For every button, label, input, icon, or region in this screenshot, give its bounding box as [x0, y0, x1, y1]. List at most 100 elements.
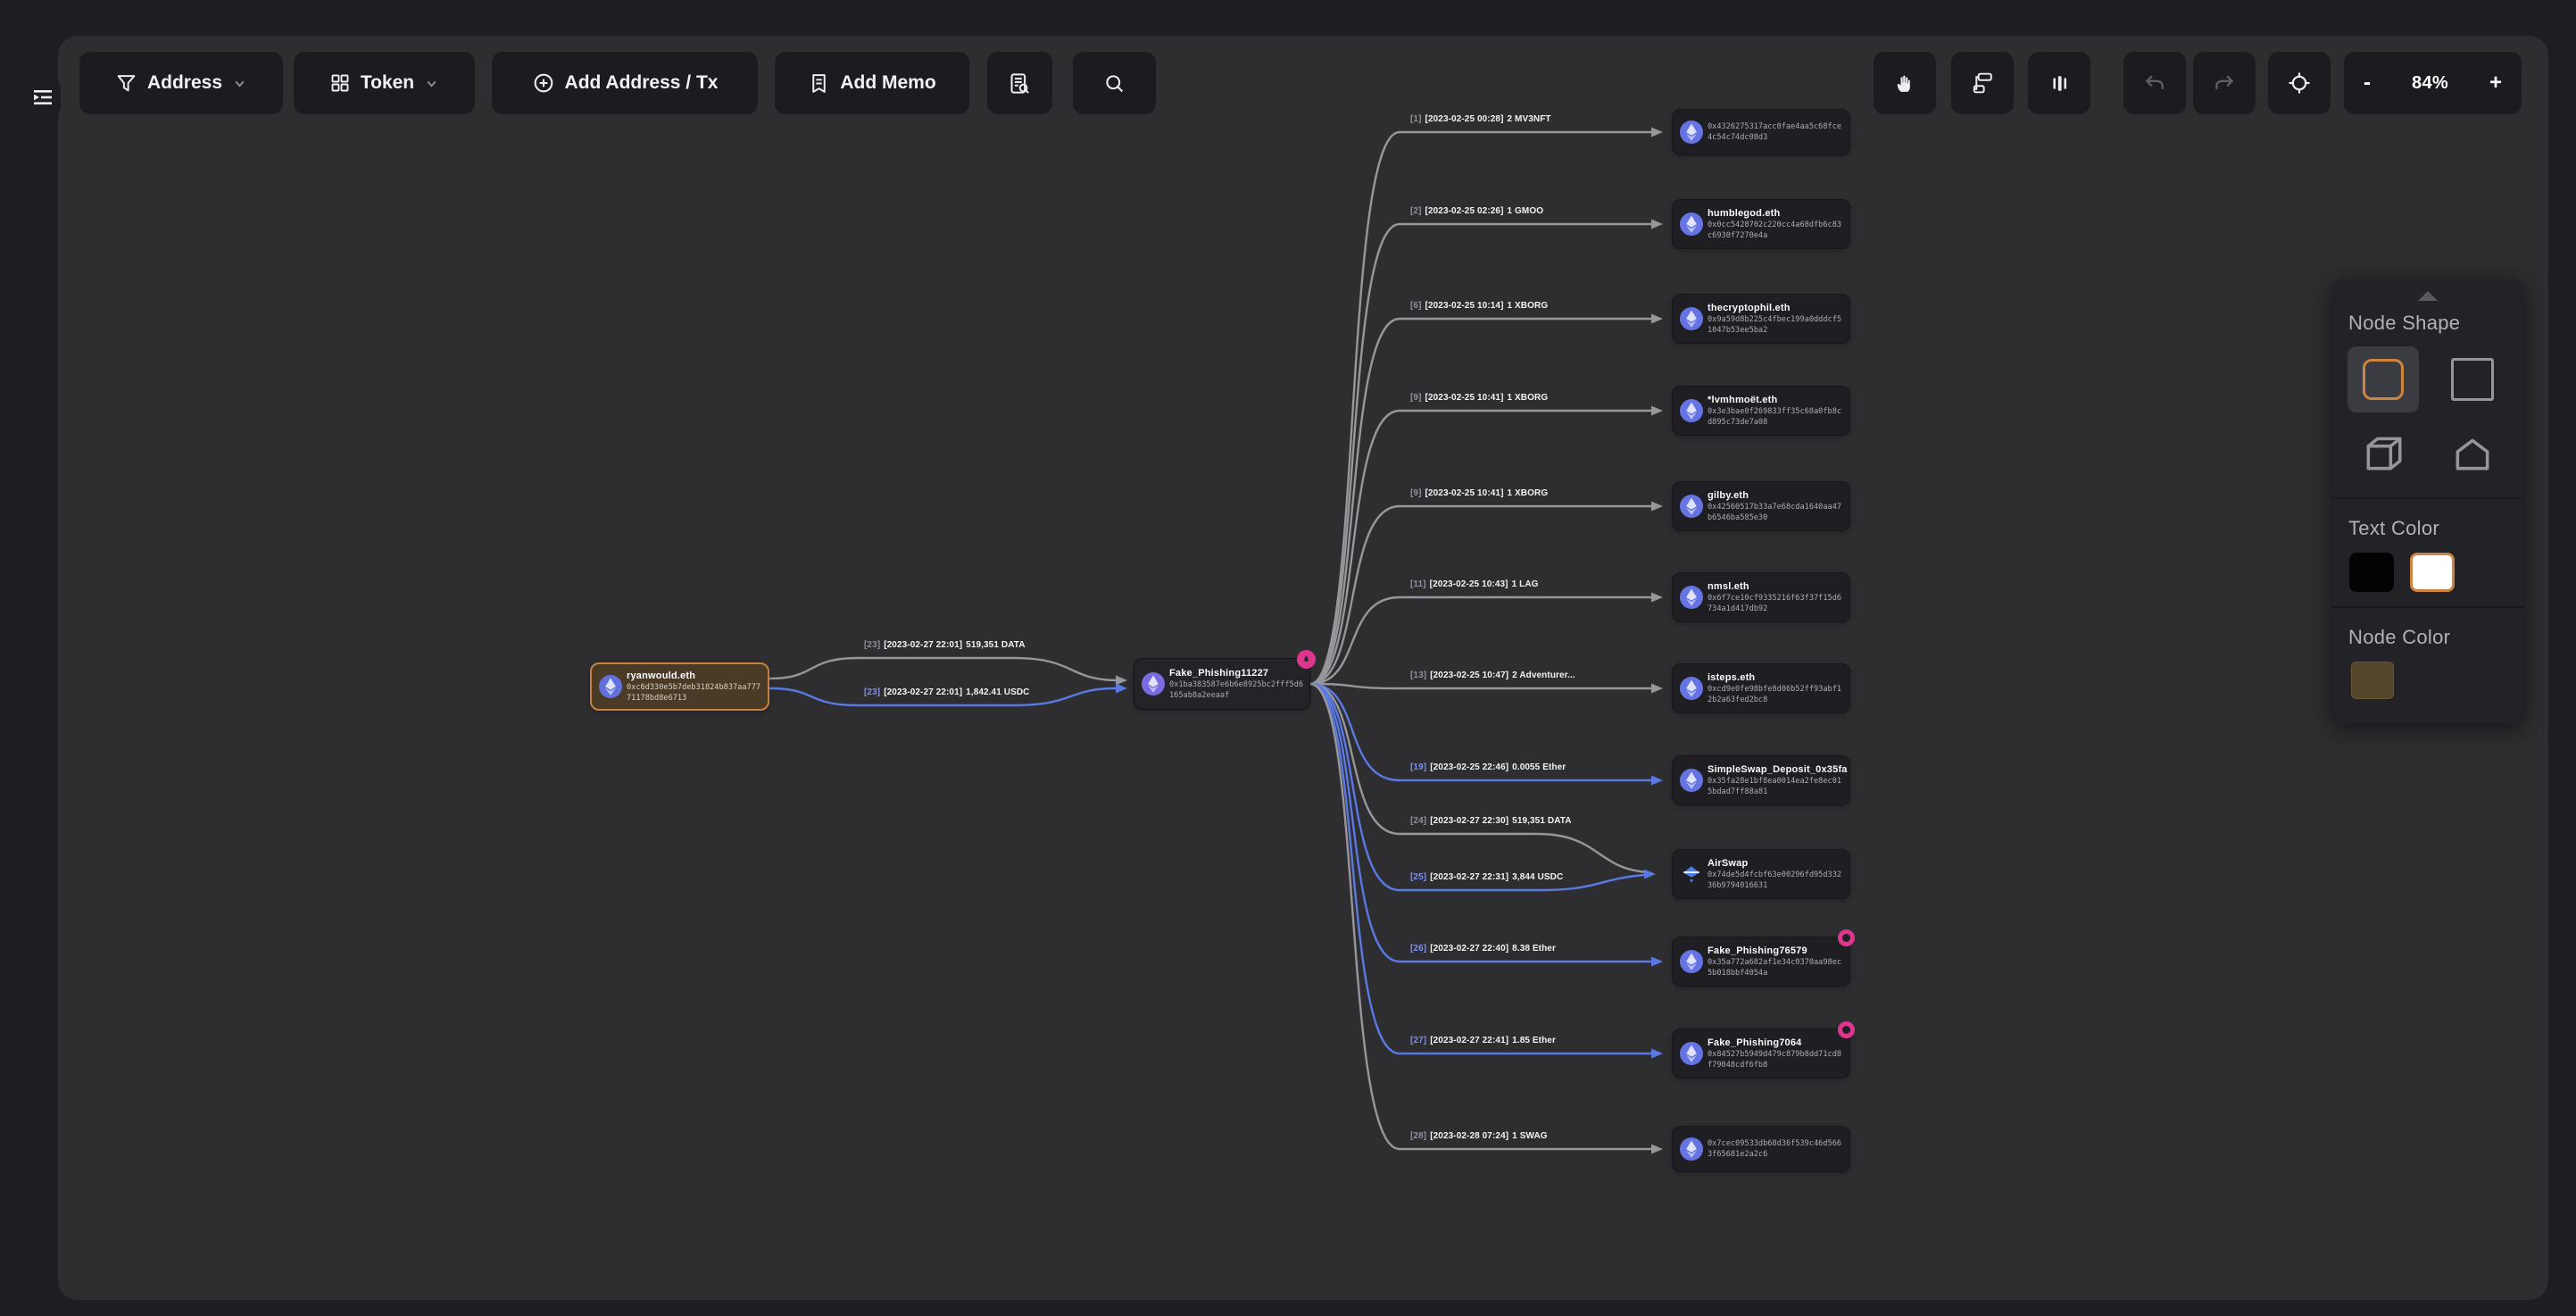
- node-address: 0x35a772a682af1e34c0370aa98ec5b018bbf405…: [1708, 957, 1844, 979]
- edge-index: [24]: [1410, 816, 1426, 826]
- edge-datetime: [2023-02-25 02:26]: [1425, 206, 1504, 216]
- text-color-black-swatch[interactable]: [2349, 553, 2394, 592]
- address-node[interactable]: Fake_Phishing7064 0x84527b5949d479c879b8…: [1672, 1029, 1850, 1079]
- edge-label[interactable]: [27][2023-02-27 22:41]1.85 Ether: [1410, 1036, 1556, 1048]
- edge-label[interactable]: [9][2023-02-25 10:41]1 XBORG: [1410, 488, 1548, 501]
- address-node[interactable]: nmsl.eth 0x6f7ce10cf9335216f63f37f15d673…: [1672, 572, 1850, 622]
- columns-icon: [2048, 72, 2071, 95]
- node-name: ryanwould.eth: [627, 670, 762, 682]
- text-color-title: Text Color: [2348, 517, 2439, 540]
- edge-label[interactable]: [2][2023-02-25 02:26]1 GMOO: [1410, 206, 1543, 219]
- undo-button[interactable]: [2123, 52, 2186, 114]
- shape-option-house[interactable]: [2437, 421, 2508, 487]
- node-name: SimpleSwap_Deposit_0x35fa: [1708, 763, 1844, 776]
- edge-index: [23]: [864, 640, 880, 650]
- edge-datetime: [2023-02-27 22:01]: [884, 640, 962, 650]
- hand-tool-button[interactable]: [1874, 52, 1936, 114]
- hub-phishing-node[interactable]: Fake_Phishing11227 0x1ba383587e6b6e8925b…: [1134, 658, 1310, 710]
- address-node[interactable]: Fake_Phishing76579 0x35a772a682af1e34c03…: [1672, 937, 1850, 987]
- columns-button[interactable]: [2028, 52, 2090, 114]
- edge-label[interactable]: [6][2023-02-25 10:14]1 XBORG: [1410, 301, 1548, 313]
- edge-datetime: [2023-02-25 22:46]: [1430, 762, 1508, 772]
- edge-label[interactable]: [25][2023-02-27 22:31]3,844 USDC: [1410, 872, 1563, 885]
- edge-datetime: [2023-02-27 22:31]: [1430, 872, 1508, 882]
- node-address: 0x4326275317acc0fae4aa5c68fce4c54c74dc08…: [1708, 121, 1844, 143]
- search-icon: [1103, 72, 1126, 95]
- collapse-panel-button[interactable]: [2418, 291, 2438, 301]
- edge-index: [13]: [1410, 670, 1426, 680]
- address-node[interactable]: AirSwap 0x74de5d4fcbf63e00296fd95d33236b…: [1672, 849, 1850, 899]
- address-node[interactable]: thecryptophil.eth 0x9a59d8b225c4fbec199a…: [1672, 294, 1850, 344]
- ethereum-icon: [1680, 769, 1703, 792]
- address-node[interactable]: gilby.eth 0x42560517b33a7e68cda1640aa47b…: [1672, 481, 1850, 531]
- node-color-title: Node Color: [2348, 626, 2450, 649]
- node-address: 0x74de5d4fcbf63e00296fd95d33236b97940166…: [1708, 870, 1844, 891]
- auto-layout-icon: [1971, 71, 1994, 95]
- contract-search-button[interactable]: [987, 52, 1052, 114]
- ethereum-icon: [1680, 862, 1703, 886]
- edge-label[interactable]: [1][2023-02-25 00:28]2 MV3NFT: [1410, 114, 1551, 127]
- text-color-white-swatch[interactable]: [2410, 553, 2455, 592]
- app-window: Address Token Add Address / Tx Add Memo: [0, 0, 2576, 1316]
- edge-datetime: [2023-02-27 22:41]: [1430, 1036, 1508, 1045]
- redo-button[interactable]: [2193, 52, 2256, 114]
- zoom-in-button[interactable]: +: [2489, 72, 2502, 94]
- edge-label[interactable]: [13][2023-02-25 10:47]2 Adventurer...: [1410, 670, 1575, 683]
- edge-label[interactable]: [19][2023-02-25 22:46]0.0055 Ether: [1410, 762, 1566, 775]
- edge-datetime: [2023-02-27 22:01]: [884, 687, 962, 697]
- search-button[interactable]: [1073, 52, 1156, 114]
- address-filter-button[interactable]: Address: [79, 52, 283, 114]
- node-style-panel: Node Shape Text Color Node Color: [2332, 279, 2523, 723]
- token-filter-button[interactable]: Token: [294, 52, 475, 114]
- zoom-control: - 84% +: [2344, 52, 2522, 114]
- edge-amount: 1 GMOO: [1508, 206, 1544, 216]
- ethereum-icon: [1680, 121, 1703, 144]
- edge-index: [6]: [1410, 301, 1422, 311]
- node-address: 0x3e3bae0f269833ff35c68a0fb8cd895c73de7a…: [1708, 406, 1844, 428]
- node-color-swatch[interactable]: [2351, 662, 2394, 699]
- add-address-tx-label: Add Address / Tx: [565, 72, 719, 94]
- edge-amount: 1 XBORG: [1508, 488, 1549, 498]
- address-node[interactable]: humblegod.eth 0x0cc5428702c220cc4a68dfb6…: [1672, 199, 1850, 249]
- auto-layout-button[interactable]: [1951, 52, 2014, 114]
- address-node[interactable]: SimpleSwap_Deposit_0x35fa 0x35fa28e1bf8e…: [1672, 755, 1850, 805]
- chevron-down-icon: [424, 76, 439, 91]
- address-node[interactable]: 0x4326275317acc0fae4aa5c68fce4c54c74dc08…: [1672, 109, 1850, 155]
- address-node[interactable]: isteps.eth 0xcd9e0fe98bfe8d06b52ff93abf1…: [1672, 663, 1850, 713]
- edge-amount: 0.0055 Ether: [1512, 762, 1566, 772]
- edge-datetime: [2023-02-25 00:28]: [1425, 114, 1504, 124]
- edge-label[interactable]: [23][2023-02-27 22:01]1,842.41 USDC: [864, 687, 1030, 700]
- zoom-out-button[interactable]: -: [2364, 72, 2371, 94]
- address-node[interactable]: 0x7cec09533db68d36f539c46d5663f65681e2a2…: [1672, 1126, 1850, 1172]
- ethereum-icon: [1142, 672, 1165, 695]
- edge-index: [9]: [1410, 488, 1422, 498]
- edge-label[interactable]: [26][2023-02-27 22:40]8.38 Ether: [1410, 944, 1556, 956]
- edge-index: [9]: [1410, 393, 1422, 403]
- node-name: thecryptophil.eth: [1708, 302, 1844, 314]
- cube-icon: [2361, 431, 2406, 476]
- source-address-node[interactable]: ryanwould.eth 0xc6d330e5b7deb31824b837aa…: [590, 662, 769, 711]
- edge-index: [25]: [1410, 872, 1426, 882]
- edge-label[interactable]: [9][2023-02-25 10:41]1 XBORG: [1410, 393, 1548, 405]
- edge-label[interactable]: [23][2023-02-27 22:01]519,351 DATA: [864, 640, 1026, 653]
- add-address-tx-button[interactable]: Add Address / Tx: [492, 52, 758, 114]
- add-memo-button[interactable]: Add Memo: [775, 52, 969, 114]
- edge-label[interactable]: [28][2023-02-28 07:24]1 SWAG: [1410, 1131, 1548, 1144]
- ethereum-icon: [1680, 586, 1703, 609]
- edge-datetime: [2023-02-27 22:30]: [1430, 816, 1508, 826]
- add-memo-label: Add Memo: [840, 72, 935, 94]
- edge-datetime: [2023-02-27 22:40]: [1430, 944, 1508, 954]
- edge-amount: 1 LAG: [1512, 579, 1539, 589]
- edge-label[interactable]: [11][2023-02-25 10:43]1 LAG: [1410, 579, 1539, 592]
- address-node[interactable]: *lvmhmoët.eth 0x3e3bae0f269833ff35c68a0f…: [1672, 386, 1850, 436]
- sidebar-expand-tab[interactable]: [0, 73, 61, 121]
- edge-label[interactable]: [24][2023-02-27 22:30]519,351 DATA: [1410, 816, 1572, 829]
- locate-button[interactable]: [2268, 52, 2331, 114]
- shape-option-cube[interactable]: [2347, 421, 2419, 487]
- shape-option-square[interactable]: [2437, 346, 2508, 412]
- node-address: 0xcd9e0fe98bfe8d06b52ff93abf12b2a63fed2b…: [1708, 684, 1844, 705]
- edge-amount: 1.85 Ether: [1512, 1036, 1556, 1045]
- edge-datetime: [2023-02-25 10:41]: [1425, 393, 1504, 403]
- shape-option-rounded-square[interactable]: [2347, 346, 2419, 412]
- ethereum-icon: [1680, 212, 1703, 236]
